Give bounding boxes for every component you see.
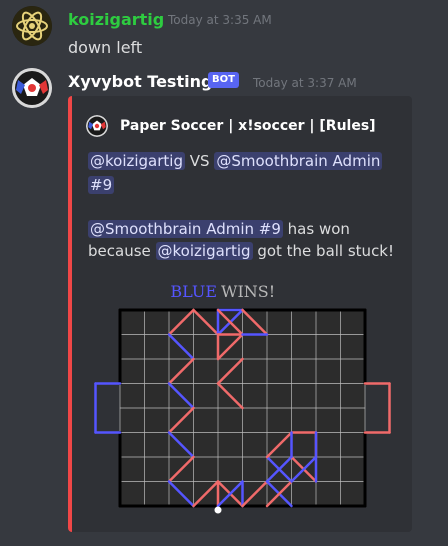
message-content: down left <box>68 38 143 57</box>
soccer-ball-avatar-icon <box>12 68 52 108</box>
stuck-text: got the ball stuck! <box>257 242 395 260</box>
embed-desc-line2: #9 <box>88 176 115 194</box>
mention-smoothbrain[interactable]: @Smoothbrain Admin <box>214 152 383 170</box>
atom-avatar-icon <box>12 6 52 46</box>
soccer-ball-icon <box>86 115 108 137</box>
embed-desc-line3: @Smoothbrain Admin #9 has won <box>88 220 350 238</box>
winner-suffix: WINS! <box>221 282 275 301</box>
vs-text: VS <box>189 152 210 170</box>
mention-smoothbrain-cont[interactable]: #9 <box>88 176 115 194</box>
timestamp: Today at 3:35 AM <box>168 13 272 27</box>
username-xyvybot[interactable]: Xyvybot Testing <box>68 72 212 91</box>
username-koizigartig[interactable]: koizigartig <box>68 10 164 29</box>
embed-author-text: Paper Soccer | x!soccer | [Rules] <box>120 118 376 134</box>
timestamp: Today at 3:37 AM <box>253 76 357 90</box>
winner-word: BLUE <box>170 282 217 301</box>
embed-author[interactable]: Paper Soccer | x!soccer | [Rules] <box>86 115 376 137</box>
mention-koizigartig[interactable]: @koizigartig <box>88 152 185 170</box>
bot-badge: BOT <box>208 72 239 88</box>
game-board-image[interactable]: BLUE WINS! <box>92 281 402 520</box>
avatar-xyvybot[interactable] <box>12 68 52 108</box>
embed-card: Paper Soccer | x!soccer | [Rules] @koizi… <box>68 96 412 532</box>
mention-smoothbrain-winner[interactable]: @Smoothbrain Admin #9 <box>88 220 283 238</box>
because-text: because <box>88 242 151 260</box>
has-won-text: has won <box>287 220 350 238</box>
embed-desc-line4: because @koizigartig got the ball stuck! <box>88 242 394 260</box>
ball <box>214 506 222 514</box>
avatar-koizigartig[interactable] <box>12 6 52 46</box>
embed-desc-line1: @koizigartig VS @Smoothbrain Admin <box>88 152 383 170</box>
mention-koizigartig-loser[interactable]: @koizigartig <box>155 242 253 260</box>
